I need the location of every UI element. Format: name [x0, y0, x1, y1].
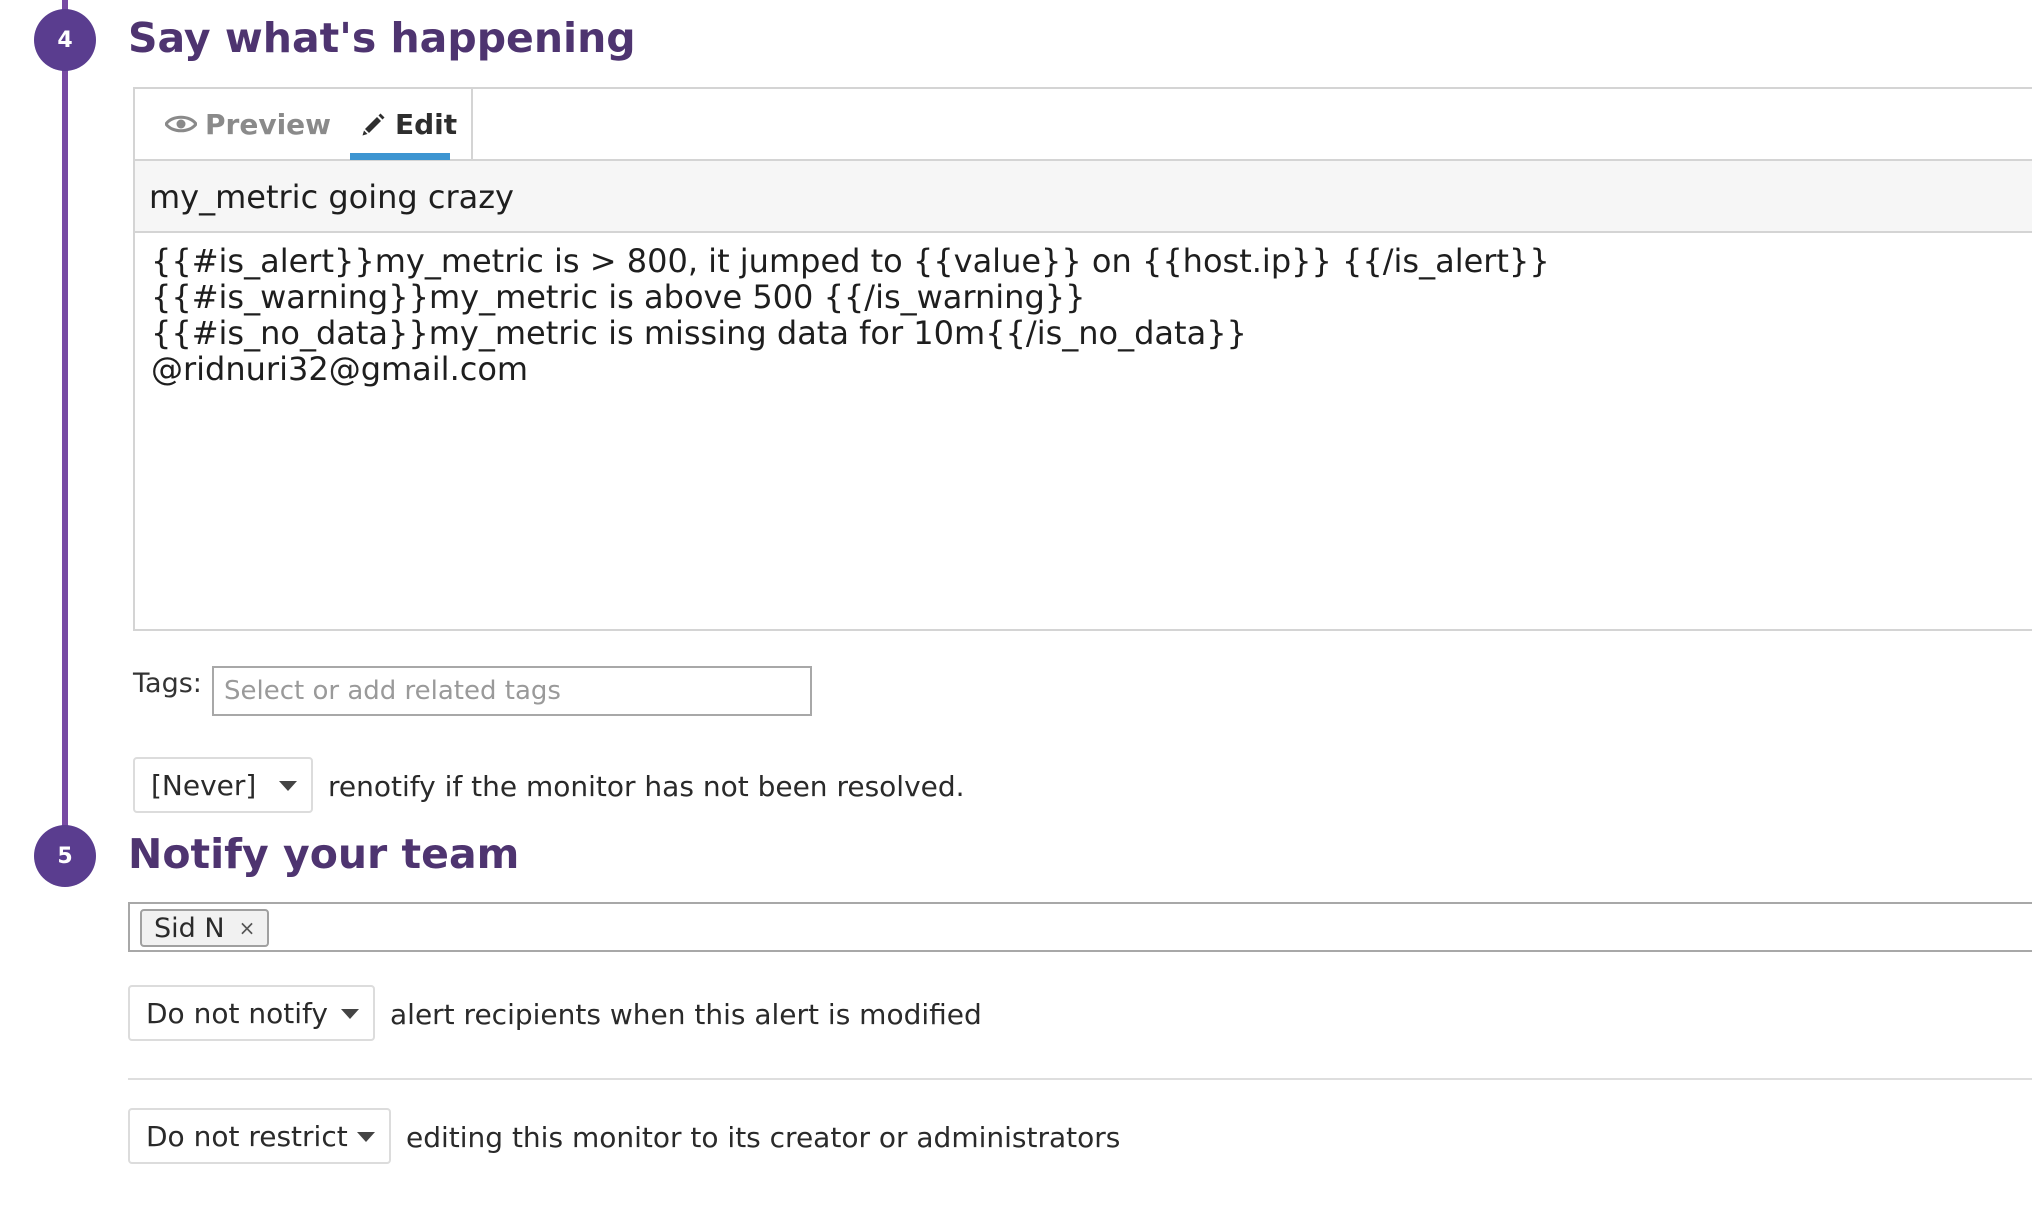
- step-5-badge: 5: [34, 825, 96, 887]
- modify-notify-select[interactable]: Do not notify: [128, 985, 375, 1041]
- step-4-badge: 4: [34, 9, 96, 71]
- renotify-text: renotify if the monitor has not been res…: [328, 770, 965, 803]
- modify-notify-selected: Do not notify: [146, 996, 328, 1030]
- close-icon[interactable]: ×: [239, 916, 256, 940]
- modify-notify-text: alert recipients when this alert is modi…: [390, 998, 982, 1031]
- message-title-value: my_metric going crazy: [149, 178, 514, 216]
- step-4-title: Say what's happening: [128, 14, 636, 62]
- recipients-input[interactable]: Sid N ×: [128, 902, 2032, 952]
- renotify-selected: [Never]: [151, 768, 257, 802]
- tags-placeholder: Select or add related tags: [224, 676, 561, 706]
- message-editor: Preview Edit my_metric going crazy {{#is…: [133, 87, 2032, 631]
- message-body-line: {{#is_warning}}my_metric is above 500 {{…: [151, 278, 1086, 316]
- tab-edit-label: Edit: [395, 107, 458, 141]
- recipient-name: Sid N: [154, 912, 225, 944]
- active-tab-indicator: [350, 153, 450, 160]
- renotify-select[interactable]: [Never]: [133, 757, 313, 813]
- restrict-edit-select[interactable]: Do not restrict: [128, 1108, 391, 1164]
- caret-down-icon: [341, 1009, 359, 1019]
- caret-down-icon: [357, 1132, 375, 1142]
- recipient-chip: Sid N ×: [140, 909, 270, 947]
- tab-preview[interactable]: Preview: [165, 89, 331, 159]
- message-body-line: {{#is_no_data}}my_metric is missing data…: [151, 314, 1247, 352]
- restrict-text: editing this monitor to its creator or a…: [406, 1121, 1121, 1154]
- step-4-number: 4: [57, 27, 73, 53]
- eye-icon: [165, 115, 197, 133]
- message-body-line: {{#is_alert}}my_metric is > 800, it jump…: [151, 242, 1550, 280]
- message-title-field[interactable]: my_metric going crazy: [135, 161, 2032, 233]
- step-5-number: 5: [57, 843, 73, 869]
- message-body-line: @ridnuri32@gmail.com: [151, 350, 529, 388]
- tab-edit[interactable]: Edit: [361, 89, 457, 159]
- timeline-line: [62, 0, 68, 826]
- editor-tab-bar: Preview Edit: [135, 89, 2032, 161]
- message-body-textarea[interactable]: {{#is_alert}}my_metric is > 800, it jump…: [135, 233, 2032, 629]
- section-divider: [128, 1078, 2032, 1080]
- tab-preview-label: Preview: [205, 107, 332, 141]
- tags-label: Tags:: [133, 668, 202, 699]
- pencil-icon: [362, 113, 385, 136]
- step-5-title: Notify your team: [128, 830, 520, 878]
- tags-input[interactable]: Select or add related tags: [212, 666, 812, 716]
- restrict-selected: Do not restrict: [146, 1119, 348, 1153]
- caret-down-icon: [279, 781, 297, 791]
